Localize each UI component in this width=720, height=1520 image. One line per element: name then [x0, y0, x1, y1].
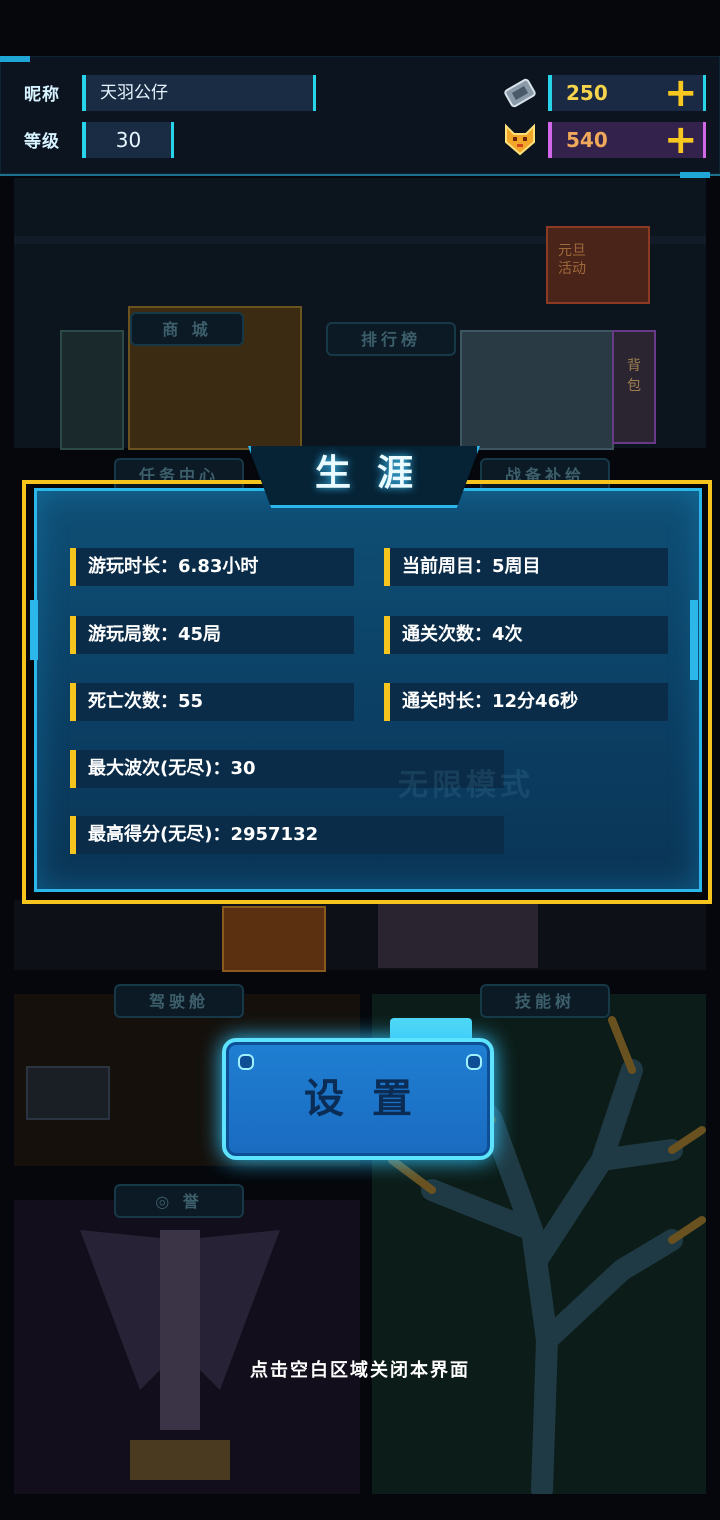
frame-side-accent — [690, 600, 698, 680]
event-board[interactable]: 元旦活动 — [546, 226, 650, 304]
stat-high-score: 最高得分(无尽)：2957132 — [70, 816, 504, 854]
event-label: 元旦活动 — [558, 243, 586, 277]
nickname-field[interactable]: 天羽公仔 — [82, 75, 316, 111]
close-hint: 点击空白区域关闭本界面 — [250, 1360, 470, 1381]
bar-corner-accent — [0, 56, 30, 62]
machine-console — [460, 330, 614, 450]
angel-statue — [80, 1230, 280, 1480]
modal-title: 生涯 — [314, 453, 439, 494]
add-coins-button[interactable]: + — [664, 73, 698, 113]
add-gems-button[interactable]: + — [664, 120, 698, 160]
backpack-label: 背包 — [627, 358, 641, 394]
settings-button-label: 设置 — [304, 1076, 440, 1122]
level-value: 30 — [82, 122, 174, 158]
gift-box[interactable] — [222, 906, 326, 972]
settings-button-cap — [390, 1018, 472, 1040]
stat-current-cycle: 当前周目：5周目 — [384, 548, 668, 586]
top-status-bar — [0, 56, 720, 178]
endless-mode-ghost-label: 无限模式 — [398, 768, 534, 803]
cockpit-sign[interactable]: 驾驶舱 — [114, 984, 244, 1018]
level-label: 等级 — [24, 132, 60, 152]
character-sprites — [378, 904, 538, 968]
cockpit-monitor — [26, 1066, 110, 1120]
stat-playtime: 游玩时长：6.83小时 — [70, 548, 354, 586]
shop-sign[interactable]: 商 城 — [130, 312, 244, 346]
vending-machine — [60, 330, 124, 450]
stat-deaths: 死亡次数：55 — [70, 683, 354, 721]
ticket-icon — [504, 78, 536, 108]
stat-games-played: 游玩局数：45局 — [70, 616, 354, 654]
backpack-door[interactable]: 背包 — [612, 330, 656, 444]
lobby-room-mid — [14, 900, 706, 970]
stat-clear-time: 通关时长：12分46秒 — [384, 683, 668, 721]
cat-face-icon — [502, 122, 538, 156]
stat-clears: 通关次数：4次 — [384, 616, 668, 654]
frame-side-accent — [30, 600, 38, 660]
nickname-label: 昵称 — [24, 85, 60, 105]
leaderboard-sign[interactable]: 排行榜 — [326, 322, 456, 356]
